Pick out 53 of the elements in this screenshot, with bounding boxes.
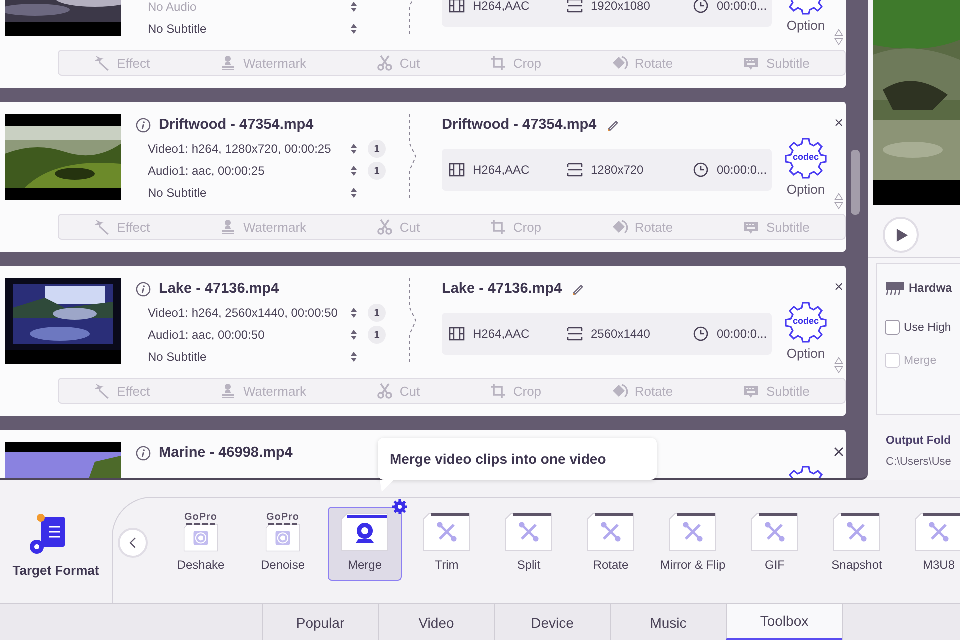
count-badge: 1	[368, 140, 386, 158]
toolbox-item[interactable]: GoPro Denoise	[246, 507, 320, 581]
checkbox-option[interactable]: Use High	[885, 320, 960, 335]
toolbox-item[interactable]: M3U8	[902, 507, 960, 581]
toolbox-item[interactable]: Snapshot	[820, 507, 894, 581]
toolbox-item[interactable]: Rotate	[574, 507, 648, 581]
stream-info: No Subtitle	[148, 186, 208, 200]
brand-label: GoPro	[266, 512, 300, 523]
codec-label: codec	[792, 152, 820, 162]
toolbox-item[interactable]: Split	[492, 507, 566, 581]
codec-text: H264,AAC	[473, 163, 530, 177]
output-file-name: Driftwood - 47354.mp4	[442, 117, 597, 133]
stream-info: Video1: h264, 1280x720, 00:00:25	[148, 142, 332, 156]
stream-info: Audio1: aac, 00:00:25	[148, 164, 266, 178]
toolbox-item[interactable]: Trim	[410, 507, 484, 581]
toolbox-item[interactable]: Mirror & Flip	[656, 507, 730, 581]
file-name: Lake - 47136.mp4	[159, 281, 280, 297]
stream-info: No Subtitle	[148, 22, 208, 36]
tab[interactable]: Popular	[262, 604, 378, 640]
duration-text: 00:00:0...	[717, 0, 768, 13]
codec-text: H264,AAC	[473, 0, 530, 13]
output-folder-label: Output Fold	[886, 435, 952, 447]
tab[interactable]: Toolbox	[726, 604, 842, 640]
tab[interactable]: Device	[494, 604, 610, 640]
codec-text: H264,AAC	[473, 327, 530, 341]
stream-info: Audio1: aac, 00:00:50	[148, 328, 266, 342]
output-folder-path: C:\Users\Use	[886, 456, 952, 468]
codec-label: codec	[792, 316, 820, 326]
output-file-name: Lake - 47136.mp4	[442, 281, 562, 297]
option-button[interactable]: codec Option	[780, 136, 832, 197]
file-name: Driftwood - 47354.mp4	[159, 117, 314, 133]
stream-info: Video1: h264, 2560x1440, 00:00:50	[148, 306, 339, 320]
option-button[interactable]: codec Option	[780, 300, 832, 361]
resolution-text: 2560x1440	[591, 327, 650, 341]
stream-info: No Subtitle	[148, 350, 208, 364]
stream-info: No Audio	[148, 0, 198, 14]
count-badge: 1	[368, 326, 386, 344]
tab[interactable]: Video	[378, 604, 494, 640]
file-name: Marine - 46998.mp4	[159, 445, 293, 461]
count-badge: 1	[368, 304, 386, 322]
toolbox-item[interactable]: GoPro Deshake	[164, 507, 238, 581]
resolution-text: 1280x720	[591, 163, 644, 177]
option-button[interactable]: Option	[780, 0, 832, 33]
toolbox-item[interactable]: GIF	[738, 507, 812, 581]
toolbox-item[interactable]: Merge	[328, 507, 402, 581]
target-format-button[interactable]: Target Format	[0, 480, 112, 603]
tooltip: Merge video clips into one video	[378, 438, 657, 480]
brand-label: GoPro	[184, 512, 218, 523]
resolution-text: 1920x1080	[591, 0, 650, 13]
duration-text: 00:00:0...	[717, 327, 768, 341]
duration-text: 00:00:0...	[717, 163, 768, 177]
hardware-label: Hardwa	[909, 281, 952, 295]
count-badge: 1	[368, 162, 386, 180]
